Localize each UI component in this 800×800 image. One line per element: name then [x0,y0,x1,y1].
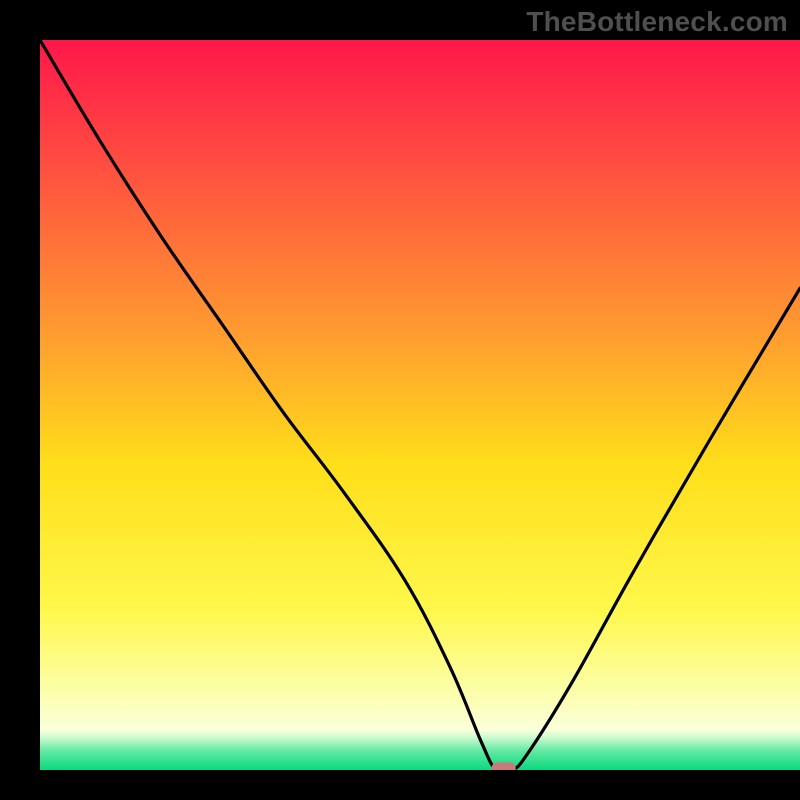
chart-container: TheBottleneck.com [0,0,800,800]
gradient-background [40,40,800,770]
watermark-text: TheBottleneck.com [526,6,788,38]
bottleneck-chart [0,0,800,800]
baseline [0,770,800,800]
